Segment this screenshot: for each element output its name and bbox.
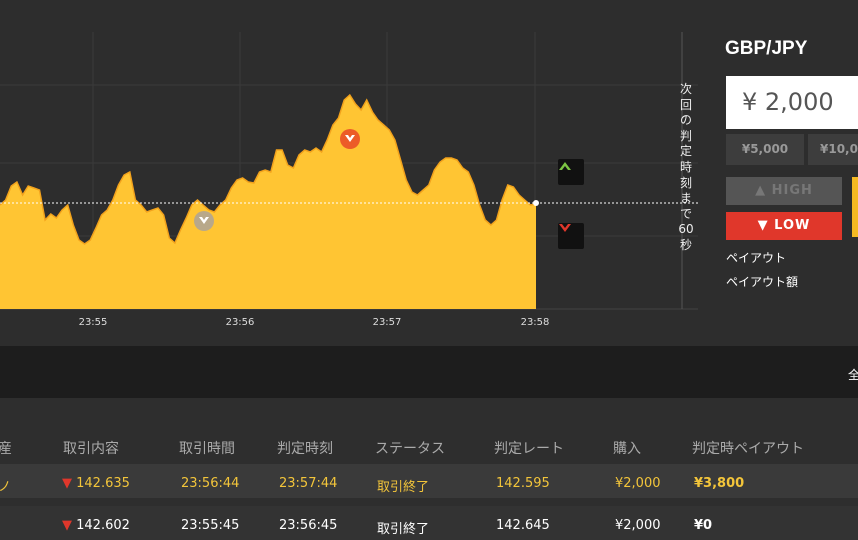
time-label-2358: 23:58 — [520, 317, 550, 328]
up-chevron-icon — [559, 162, 571, 170]
header-buy: 購入 — [613, 441, 641, 457]
high-label: HIGH — [771, 183, 813, 198]
header-asset: 産 — [0, 441, 12, 457]
cell-time: 23:55:45 — [181, 518, 240, 533]
countdown-text: 次回の判定時刻まで60秒 — [678, 82, 694, 252]
high-button[interactable]: ▲ HIGH — [726, 177, 842, 205]
price-chart-svg — [0, 32, 698, 310]
header-trade: 取引内容 — [63, 441, 119, 457]
cell-judge-rate: 142.645 — [496, 518, 550, 533]
cell-buy: ¥2,000 — [615, 518, 661, 533]
cell-status: 取引終了 — [377, 522, 430, 537]
trade-panel: GBP/JPY ¥ 2,000 ¥5,000 ¥10,000 ▲ HIGH ▼ … — [698, 0, 858, 346]
table-header: 産 取引内容 取引時間 判定時刻 ステータス 判定レート 購入 判定時ペイアウト — [0, 430, 858, 464]
currency-pair: GBP/JPY — [725, 38, 808, 59]
current-rate-dot — [533, 200, 539, 206]
cell-status: 取引終了 — [377, 480, 430, 495]
header-judge: 判定時刻 — [277, 441, 333, 457]
down-chevron-icon — [559, 224, 571, 232]
cell-buy: ¥2,000 — [615, 476, 661, 491]
trade-history-table: 産 取引内容 取引時間 判定時刻 ステータス 判定レート 購入 判定時ペイアウト… — [0, 398, 858, 540]
cell-judge: 23:57:44 — [279, 476, 338, 491]
time-label-2355: 23:55 — [78, 317, 108, 328]
time-label-2357: 23:57 — [372, 317, 402, 328]
table-row[interactable]: ▼ 142.602 23:55:45 23:56:45 取引終了 142.645… — [0, 506, 858, 540]
table-row[interactable]: ノ ▼ 142.635 23:56:44 23:57:44 取引終了 142.5… — [0, 464, 858, 498]
low-signal — [558, 223, 584, 249]
header-status: ステータス — [375, 441, 445, 457]
amount-input[interactable]: ¥ 2,000 — [726, 76, 858, 129]
high-signal — [558, 159, 584, 185]
payout-amount-label: ペイアウト額 — [726, 275, 799, 289]
cell-trade: ▼ 142.635 — [62, 476, 130, 491]
header-time: 取引時間 — [179, 441, 235, 457]
time-label-2356: 23:56 — [225, 317, 255, 328]
tab-strip: 全 — [0, 346, 858, 398]
cell-payout: ¥3,800 — [694, 476, 745, 491]
price-chart: 次回の判定時刻まで60秒 23:55 23:56 23:57 23:58 — [0, 0, 698, 346]
up-arrow-icon: ▲ — [755, 183, 772, 198]
header-rate: 判定レート — [494, 441, 564, 457]
cell-asset: ノ — [0, 480, 12, 495]
panel-yellow-edge — [852, 177, 858, 237]
down-arrow-icon: ▼ — [757, 218, 775, 233]
down-icon: ▼ — [62, 476, 72, 491]
down-icon: ▼ — [62, 518, 72, 533]
cell-time: 23:56:44 — [181, 476, 240, 491]
chip-5000[interactable]: ¥5,000 — [726, 134, 804, 165]
chip-10000[interactable]: ¥10,000 — [808, 134, 858, 165]
cell-judge-rate: 142.595 — [496, 476, 550, 491]
cell-trade: ▼ 142.602 — [62, 518, 130, 533]
cell-judge: 23:56:45 — [279, 518, 338, 533]
payout-label: ペイアウト — [726, 251, 787, 265]
price-area — [0, 95, 536, 309]
low-button[interactable]: ▼ LOW — [726, 212, 842, 240]
cell-payout: ¥0 — [694, 518, 713, 533]
strip-text[interactable]: 全 — [848, 366, 858, 383]
header-payout: 判定時ペイアウト — [692, 441, 804, 457]
low-label: LOW — [774, 218, 811, 233]
